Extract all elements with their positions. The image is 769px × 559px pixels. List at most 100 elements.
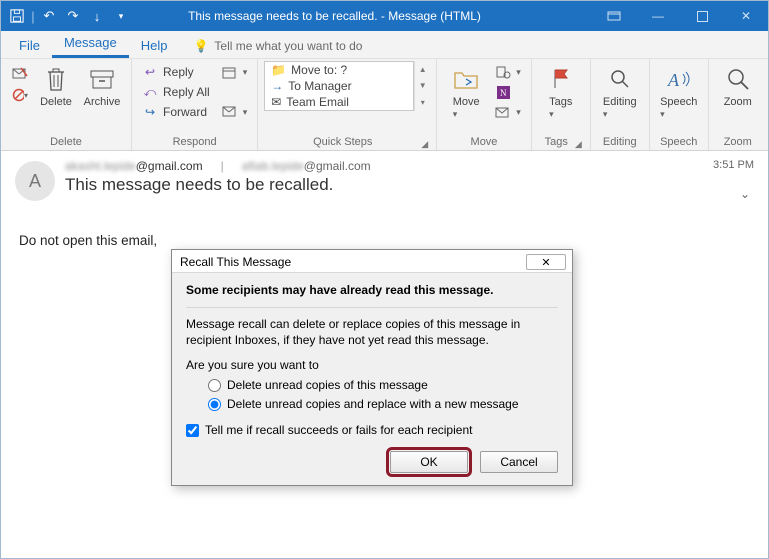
title-bar: | ↶ ↷ ↓ ▾ This message needs to be recal… [1, 1, 768, 31]
scroll-up-icon[interactable]: ▲ [415, 65, 430, 74]
chevron-down-icon: ▾ [453, 109, 458, 119]
quicksteps-launcher-icon[interactable]: ◢ [421, 139, 430, 150]
message-subject: This message needs to be recalled. [65, 175, 754, 195]
zoom-button[interactable]: Zoom [715, 61, 761, 108]
cancel-button[interactable]: Cancel [480, 451, 558, 473]
zoom-icon [724, 65, 752, 93]
tags-launcher-icon[interactable]: ◢ [575, 139, 584, 150]
quickstep-manager[interactable]: →To Manager [265, 78, 413, 94]
forward-arrow-icon: → [271, 79, 283, 93]
find-icon [606, 65, 634, 93]
reply-all-button[interactable]: ⤺Reply All [138, 83, 214, 101]
radio-replace-input[interactable] [208, 398, 221, 411]
actions-button[interactable]: ▾ [491, 103, 525, 121]
dialog-close-button[interactable]: ✕ [526, 254, 566, 270]
close-icon[interactable]: ✕ [724, 1, 768, 31]
scroll-down-icon[interactable]: ▼ [415, 81, 430, 90]
speech-button[interactable]: A Speech▾ [656, 61, 702, 120]
qat-customize-icon[interactable]: ▾ [109, 1, 133, 31]
more-respond-button[interactable]: ▾ [218, 103, 252, 121]
checkbox-tellme-input[interactable] [186, 424, 199, 437]
group-label-tags: Tags [538, 136, 575, 150]
ribbon-group-respond: ↩Reply ⤺Reply All ↪Forward ▾ ▾ Respond [132, 59, 258, 150]
delete-label: Delete [40, 96, 72, 108]
recall-dialog: Recall This Message ✕ Some recipients ma… [171, 249, 573, 486]
ribbon: ▾ Delete Archive Delete ↩Reply ⤺Reply Al… [1, 59, 768, 151]
tab-file[interactable]: File [7, 33, 52, 58]
ok-button[interactable]: OK [390, 451, 468, 473]
group-label-zoom: Zoom [724, 136, 752, 150]
group-label-quicksteps: Quick Steps [264, 136, 421, 150]
ignore-icon[interactable] [12, 65, 28, 81]
ribbon-group-move: Move▾ ▾ N ▾ Move [437, 59, 532, 150]
archive-label: Archive [84, 96, 121, 108]
actions-icon [495, 104, 511, 120]
ribbon-tabs: File Message Help 💡 Tell me what you wan… [1, 31, 768, 59]
dialog-explanation: Message recall can delete or replace cop… [186, 316, 558, 348]
redo-icon[interactable]: ↷ [61, 1, 85, 31]
ribbon-group-delete: ▾ Delete Archive Delete [1, 59, 132, 150]
lightbulb-icon: 💡 [193, 39, 208, 53]
radio-delete-input[interactable] [208, 379, 221, 392]
archive-icon [88, 65, 116, 93]
read-aloud-icon: A [665, 65, 693, 93]
down-arrow-icon[interactable]: ↓ [85, 1, 109, 31]
onenote-icon: N [495, 84, 511, 100]
rules-button[interactable]: ▾ [491, 63, 525, 81]
dialog-title: Recall This Message [180, 255, 291, 269]
tab-message[interactable]: Message [52, 30, 129, 58]
group-label-delete: Delete [50, 136, 82, 150]
minimize-icon[interactable]: — [636, 1, 680, 31]
chevron-down-icon: ▾ [660, 109, 665, 119]
reply-icon: ↩ [142, 64, 158, 80]
ribbon-display-icon[interactable] [592, 1, 636, 31]
tell-me-search[interactable]: 💡 Tell me what you want to do [185, 34, 370, 58]
rules-icon [495, 64, 511, 80]
flag-icon [547, 65, 575, 93]
qat-separator: | [29, 1, 37, 31]
message-pane: A akasht.lepide@gmail.com | aftab.lepide… [1, 151, 768, 248]
tab-help[interactable]: Help [129, 33, 180, 58]
expand-header-icon[interactable]: ⌄ [740, 187, 750, 201]
quicksteps-scroll[interactable]: ▲ ▼ ▾ [414, 61, 430, 111]
meeting-icon [222, 64, 238, 80]
window-title: This message needs to be recalled. - Mes… [137, 9, 592, 23]
window-controls: — ✕ [592, 1, 768, 31]
onenote-button[interactable]: N [491, 83, 525, 101]
ribbon-group-zoom: Zoom Zoom [709, 59, 767, 150]
forward-icon: ↪ [142, 104, 158, 120]
dialog-question: Are you sure you want to [186, 358, 558, 372]
save-icon[interactable] [5, 1, 29, 31]
quickstep-team[interactable]: ✉Team Email [265, 94, 413, 110]
reply-button[interactable]: ↩Reply [138, 63, 214, 81]
editing-button[interactable]: Editing▾ [597, 61, 643, 120]
from-address: akasht.lepide@gmail.com [65, 159, 203, 173]
move-button[interactable]: Move▾ [443, 61, 489, 120]
group-label-move: Move [471, 136, 498, 150]
more-icon [222, 104, 238, 120]
avatar: A [15, 161, 55, 201]
ribbon-group-editing: Editing▾ Editing [591, 59, 650, 150]
radio-delete-replace[interactable]: Delete unread copies and replace with a … [208, 397, 558, 411]
junk-icon[interactable]: ▾ [12, 87, 28, 103]
svg-text:A: A [667, 70, 680, 90]
checkbox-tellme[interactable]: Tell me if recall succeeds or fails for … [186, 423, 558, 437]
archive-button[interactable]: Archive [79, 61, 125, 108]
move-folder-icon [452, 65, 480, 93]
forward-button[interactable]: ↪Forward [138, 103, 214, 121]
delete-icon [42, 65, 70, 93]
undo-icon[interactable]: ↶ [37, 1, 61, 31]
message-header: A akasht.lepide@gmail.com | aftab.lepide… [15, 159, 754, 201]
meeting-button[interactable]: ▾ [218, 63, 252, 81]
quicksteps-gallery[interactable]: 📁Move to: ? →To Manager ✉Team Email [264, 61, 414, 111]
expand-gallery-icon[interactable]: ▾ [415, 98, 430, 107]
quickstep-moveto[interactable]: 📁Move to: ? [265, 62, 413, 78]
message-body: Do not open this email, [15, 201, 754, 248]
chevron-down-icon: ▾ [549, 109, 554, 119]
delete-button[interactable]: Delete [33, 61, 79, 108]
radio-delete-unread[interactable]: Delete unread copies of this message [208, 378, 558, 392]
maximize-icon[interactable] [680, 1, 724, 31]
chevron-down-icon: ▾ [603, 109, 608, 119]
tags-button[interactable]: Tags▾ [538, 61, 584, 120]
reply-all-icon: ⤺ [142, 84, 158, 100]
